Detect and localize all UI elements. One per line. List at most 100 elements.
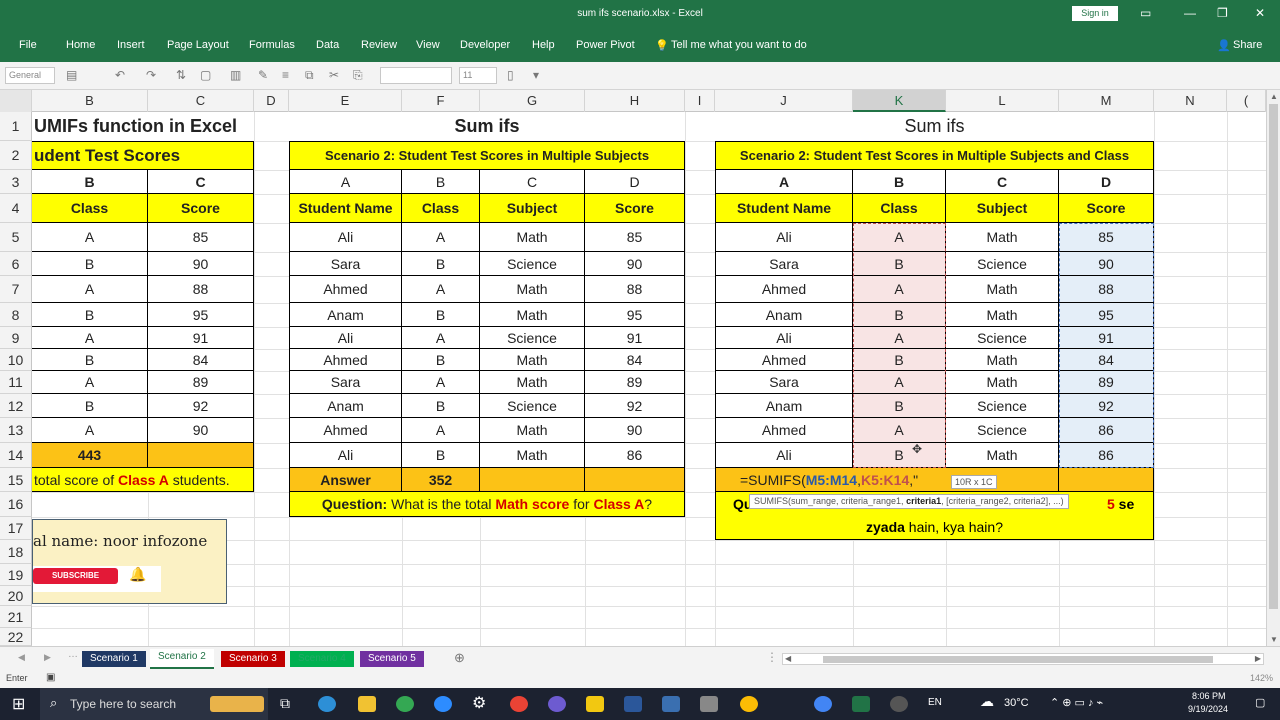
s3-cell-score[interactable]: 91 [1059,327,1154,349]
s3-cell[interactable]: Anam [715,394,853,418]
s2-cell[interactable]: Math [480,371,585,394]
s2-cell[interactable]: Science [480,394,585,418]
s1-cell[interactable]: 88 [148,276,254,303]
s2-cell[interactable]: A [402,223,480,252]
scroll-down-icon[interactable]: ▼ [1270,635,1278,644]
minimize-icon[interactable]: — [1184,6,1196,20]
s3-cell[interactable]: Science [946,394,1059,418]
sign-in-button[interactable]: Sign in [1072,6,1118,21]
menu-view[interactable]: View [416,39,440,51]
notification-icon[interactable]: ▢ [1255,696,1265,709]
horizontal-scrollbar[interactable]: ◀ ▶ [782,653,1264,665]
col-header-i[interactable]: I [685,90,715,112]
hscroll-left-icon[interactable]: ◀ [785,654,791,663]
s2-answer-empty[interactable] [480,468,585,492]
chart-icon[interactable]: ▥ [230,68,241,82]
s2-cell[interactable]: B [402,303,480,327]
clock-date[interactable]: 9/19/2024 [1188,704,1228,714]
s3-cell-score[interactable]: 89 [1059,371,1154,394]
align-icon[interactable]: ≡ [282,68,289,82]
col-header-j[interactable]: J [715,90,853,112]
row-header[interactable]: 22 [0,628,32,646]
menu-help[interactable]: Help [532,39,555,51]
s3-cell[interactable]: Science [946,327,1059,349]
s1-cell[interactable]: 91 [148,327,254,349]
row-header[interactable]: 14 [0,443,32,468]
tell-me-search[interactable]: Tell me what you want to do [671,39,807,51]
hscroll-options-icon[interactable]: ⋮ [766,650,778,664]
s3-cell[interactable]: Math [946,223,1059,252]
s3-cell[interactable]: Ahmed [715,276,853,303]
col-header-m[interactable]: M [1059,90,1154,112]
menu-page-layout[interactable]: Page Layout [167,39,229,51]
s2-cell[interactable]: 88 [585,276,685,303]
s3-cell[interactable]: Ali [715,327,853,349]
row-header[interactable]: 18 [0,540,32,564]
s2-cell[interactable]: Math [480,443,585,468]
s2-cell[interactable]: 92 [585,394,685,418]
s3-cell-class[interactable]: B [853,349,946,371]
s1-cell[interactable]: 90 [148,418,254,443]
tray-icons[interactable]: ⌃ ⊕ ▭ ♪ ⌁ [1050,696,1103,709]
s1-cell[interactable]: 85 [148,223,254,252]
s1-cell[interactable]: 92 [148,394,254,418]
s2-cell[interactable]: A [402,327,480,349]
row-header[interactable]: 8 [0,303,32,327]
tab-scenario-2[interactable]: Scenario 2 [150,649,214,669]
s3-empty-cell[interactable] [1059,468,1154,492]
settings-icon[interactable]: ⚙ [472,693,486,713]
select-all-corner[interactable] [0,90,32,112]
cut-icon[interactable]: ✂ [329,68,339,82]
s2-cell[interactable]: B [402,252,480,276]
hscroll-thumb[interactable] [823,656,1213,663]
s3-cell-score[interactable]: 86 [1059,418,1154,443]
s3-cell-score[interactable]: 85 [1059,223,1154,252]
row-header[interactable]: 21 [0,606,32,628]
s2-cell[interactable]: Anam [289,303,402,327]
row-header[interactable]: 13 [0,418,32,443]
s3-cell[interactable]: Ali [715,443,853,468]
s1-cell[interactable]: 95 [148,303,254,327]
macro-record-icon[interactable]: ▣ [46,672,55,683]
row-header[interactable]: 20 [0,586,32,606]
borders-icon[interactable]: ▢ [200,68,211,82]
s2-cell[interactable]: Ali [289,327,402,349]
s1-cell[interactable]: B [32,303,148,327]
row-header[interactable]: 2 [0,141,32,170]
menu-data[interactable]: Data [316,39,339,51]
format-icon[interactable]: ▤ [66,68,77,82]
col-header-b[interactable]: B [32,90,148,112]
col-header-f[interactable]: F [402,90,480,112]
s2-cell[interactable]: Science [480,252,585,276]
menu-power-pivot[interactable]: Power Pivot [576,39,635,51]
s1-cell[interactable]: 84 [148,349,254,371]
row-header[interactable]: 11 [0,371,32,394]
menu-home[interactable]: Home [66,39,95,51]
s3-cell[interactable]: Sara [715,371,853,394]
s3-cell[interactable]: Math [946,303,1059,327]
col-header-k[interactable]: K [853,90,946,112]
copy-icon[interactable]: ⧉ [305,68,314,83]
s1-result[interactable]: 443 [32,443,148,468]
s3-cell-class[interactable]: B [853,303,946,327]
col-header-c[interactable]: C [148,90,254,112]
zoom-app-icon[interactable] [434,696,452,712]
weather-temp[interactable]: 30°C [1004,697,1029,709]
s1-cell[interactable]: B [32,252,148,276]
tab-scenario-5[interactable]: Scenario 5 [360,651,424,667]
formula-edit-cell[interactable]: =SUMIFS(M5:M14, K5:K14 ," [715,468,1059,492]
number-format-select[interactable]: General [5,67,55,84]
s2-cell[interactable]: 89 [585,371,685,394]
s2-cell[interactable]: Ali [289,443,402,468]
close-icon[interactable]: ✕ [1255,6,1265,20]
task-view-icon[interactable]: ⧉ [280,695,290,712]
app-icon[interactable] [890,696,908,712]
powerbi-icon[interactable] [586,696,604,712]
s3-cell-class[interactable]: A [853,371,946,394]
s3-cell[interactable]: Math [946,276,1059,303]
undo-icon[interactable]: ↶ [115,68,125,82]
s2-cell[interactable]: 90 [585,418,685,443]
font-name-select[interactable] [380,67,452,84]
scroll-thumb[interactable] [1269,104,1278,609]
word-icon[interactable] [624,696,642,712]
